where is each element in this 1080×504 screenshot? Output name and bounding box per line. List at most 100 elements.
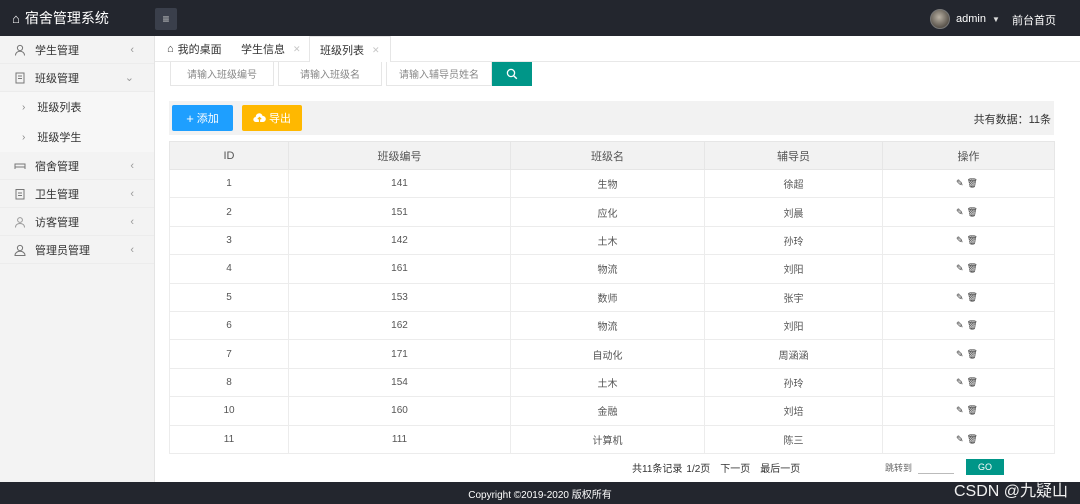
column-header: 班级编号 bbox=[288, 141, 511, 170]
delete-icon[interactable]: 🗑 bbox=[967, 320, 981, 330]
sidebar-item-label: 学生管理 bbox=[35, 44, 79, 57]
table-row: 1 141 生物 徐超 ✎🗑 bbox=[169, 168, 1055, 199]
table-row: 10 160 金融 刘培 ✎🗑 bbox=[169, 396, 1055, 426]
admin-icon bbox=[14, 244, 26, 256]
table-row: 5 153 数师 张宇 ✎🗑 bbox=[169, 282, 1055, 312]
table-row: 7 171 自动化 周涵涵 ✎🗑 bbox=[169, 339, 1055, 369]
tab-class-list[interactable]: 班级列表 ✕ bbox=[309, 36, 391, 63]
edit-icon[interactable]: ✎ bbox=[956, 235, 967, 245]
cloud-upload-icon bbox=[253, 113, 266, 123]
close-icon[interactable]: ✕ bbox=[293, 44, 301, 55]
table-cell: 徐超 bbox=[704, 168, 883, 199]
jump-label: 跳转到 bbox=[885, 463, 913, 473]
table-header-row: ID 班级编号 班级名 辅导员 操作 bbox=[169, 141, 1055, 170]
menu-toggle-button[interactable]: ≡ bbox=[155, 8, 177, 30]
pagination: 共11条记录 1/2页 下一页 最后一页 bbox=[632, 460, 800, 475]
table-row: 6 162 物流 刘阳 ✎🗑 bbox=[169, 310, 1055, 341]
sidebar-item-hygiene[interactable]: 卫生管理 ‹ bbox=[0, 180, 154, 208]
table-cell: 土木 bbox=[510, 225, 705, 256]
close-icon[interactable]: ✕ bbox=[372, 45, 380, 56]
copyright-text: Copyright ©2019-2020 版权所有 bbox=[468, 489, 612, 501]
home-icon: ⌂ bbox=[12, 10, 20, 26]
edit-icon[interactable]: ✎ bbox=[956, 434, 967, 444]
frontend-home-link[interactable]: 前台首页 bbox=[1012, 12, 1056, 28]
table-cell: 8 bbox=[169, 367, 289, 398]
row-actions: ✎🗑 bbox=[882, 310, 1055, 341]
counselor-name-input[interactable]: 请输入辅导员姓名 bbox=[386, 62, 492, 86]
go-button[interactable]: GO bbox=[966, 459, 1004, 475]
table-cell: 周涵涵 bbox=[704, 339, 883, 369]
delete-icon[interactable]: 🗑 bbox=[967, 377, 981, 387]
row-actions: ✎🗑 bbox=[882, 225, 1055, 256]
table-cell: 应化 bbox=[510, 197, 705, 227]
sidebar-item-label: 卫生管理 bbox=[35, 188, 79, 201]
tab-student-info[interactable]: 学生信息 ✕ bbox=[241, 36, 301, 62]
edit-icon[interactable]: ✎ bbox=[956, 377, 967, 387]
tab-label: 班级列表 bbox=[320, 45, 364, 57]
export-button[interactable]: 导出 bbox=[242, 105, 302, 131]
watermark: CSDN @九疑山 bbox=[953, 483, 1068, 500]
table-cell: 151 bbox=[288, 197, 511, 227]
last-page-link[interactable]: 最后一页 bbox=[760, 460, 800, 475]
table-cell: 141 bbox=[288, 168, 511, 199]
table-cell: 金融 bbox=[510, 396, 705, 426]
total-count: 共有数据：11条 bbox=[973, 114, 1051, 126]
edit-icon[interactable]: ✎ bbox=[956, 207, 967, 217]
sidebar-item-visitor[interactable]: 访客管理 ‹ bbox=[0, 208, 154, 236]
edit-icon[interactable]: ✎ bbox=[956, 178, 967, 188]
table-cell: 161 bbox=[288, 254, 511, 284]
edit-icon[interactable]: ✎ bbox=[956, 349, 967, 359]
table-cell: 4 bbox=[169, 254, 289, 284]
add-button[interactable]: + 添加 bbox=[172, 105, 233, 131]
row-actions: ✎🗑 bbox=[882, 282, 1055, 312]
delete-icon[interactable]: 🗑 bbox=[967, 349, 981, 359]
sidebar-item-dorm[interactable]: 宿舍管理 ‹ bbox=[0, 152, 154, 180]
row-actions: ✎🗑 bbox=[882, 197, 1055, 227]
sidebar-subitem-class-students[interactable]: › 班级学生 bbox=[0, 122, 154, 152]
add-button-label: 添加 bbox=[196, 113, 219, 125]
table-cell: 7 bbox=[169, 339, 289, 369]
app-logo[interactable]: ⌂ 宿舍管理系统 bbox=[12, 8, 109, 28]
table-row: 8 154 土木 孙玲 ✎🗑 bbox=[169, 367, 1055, 398]
table-cell: 数师 bbox=[510, 282, 705, 312]
sidebar-item-student[interactable]: 学生管理 ‹ bbox=[0, 36, 154, 64]
delete-icon[interactable]: 🗑 bbox=[967, 207, 981, 217]
delete-icon[interactable]: 🗑 bbox=[967, 235, 981, 245]
user-menu[interactable]: admin ▼ bbox=[930, 9, 1000, 29]
delete-icon[interactable]: 🗑 bbox=[967, 292, 981, 302]
table-cell: 3 bbox=[169, 225, 289, 256]
edit-icon[interactable]: ✎ bbox=[956, 263, 967, 273]
chevron-left-icon: ‹ bbox=[130, 43, 134, 56]
table-cell: 2 bbox=[169, 197, 289, 227]
table-cell: 5 bbox=[169, 282, 289, 312]
tab-desktop[interactable]: ⌂ 我的桌面 bbox=[167, 36, 222, 62]
table-cell: 171 bbox=[288, 339, 511, 369]
delete-icon[interactable]: 🗑 bbox=[967, 178, 981, 188]
edit-icon[interactable]: ✎ bbox=[956, 405, 967, 415]
jump-page-input[interactable] bbox=[918, 473, 954, 474]
search-button[interactable] bbox=[492, 62, 532, 86]
class-number-input[interactable]: 请输入班级编号 bbox=[170, 62, 274, 86]
sidebar-item-class[interactable]: 班级管理 ⌄ bbox=[0, 64, 154, 92]
column-header: 班级名 bbox=[510, 141, 705, 170]
hamburger-icon: ≡ bbox=[162, 12, 170, 26]
row-actions: ✎🗑 bbox=[882, 367, 1055, 398]
class-name-input[interactable]: 请输入班级名 bbox=[278, 62, 382, 86]
edit-icon[interactable]: ✎ bbox=[956, 292, 967, 302]
sidebar: 学生管理 ‹ 班级管理 ⌄ › 班级列表 › 班级学生 宿舍管理 ‹ 卫生管理 … bbox=[0, 36, 155, 482]
sidebar-subitem-class-list[interactable]: › 班级列表 bbox=[0, 92, 154, 122]
delete-icon[interactable]: 🗑 bbox=[967, 405, 981, 415]
table-toolbar: + 添加 导出 共有数据：11条 bbox=[169, 101, 1054, 135]
avatar bbox=[930, 9, 950, 29]
chevron-down-icon: ⌄ bbox=[124, 72, 134, 84]
table-cell: 物流 bbox=[510, 310, 705, 341]
delete-icon[interactable]: 🗑 bbox=[967, 263, 981, 273]
app-title: 宿舍管理系统 bbox=[24, 10, 109, 26]
delete-icon[interactable]: 🗑 bbox=[967, 434, 981, 444]
sidebar-item-admin[interactable]: 管理员管理 ‹ bbox=[0, 236, 154, 264]
edit-icon[interactable]: ✎ bbox=[956, 320, 967, 330]
chevron-left-icon: ‹ bbox=[130, 159, 134, 172]
next-page-link[interactable]: 下一页 bbox=[720, 460, 750, 475]
column-header: ID bbox=[169, 141, 289, 170]
table-cell: 10 bbox=[169, 396, 289, 426]
